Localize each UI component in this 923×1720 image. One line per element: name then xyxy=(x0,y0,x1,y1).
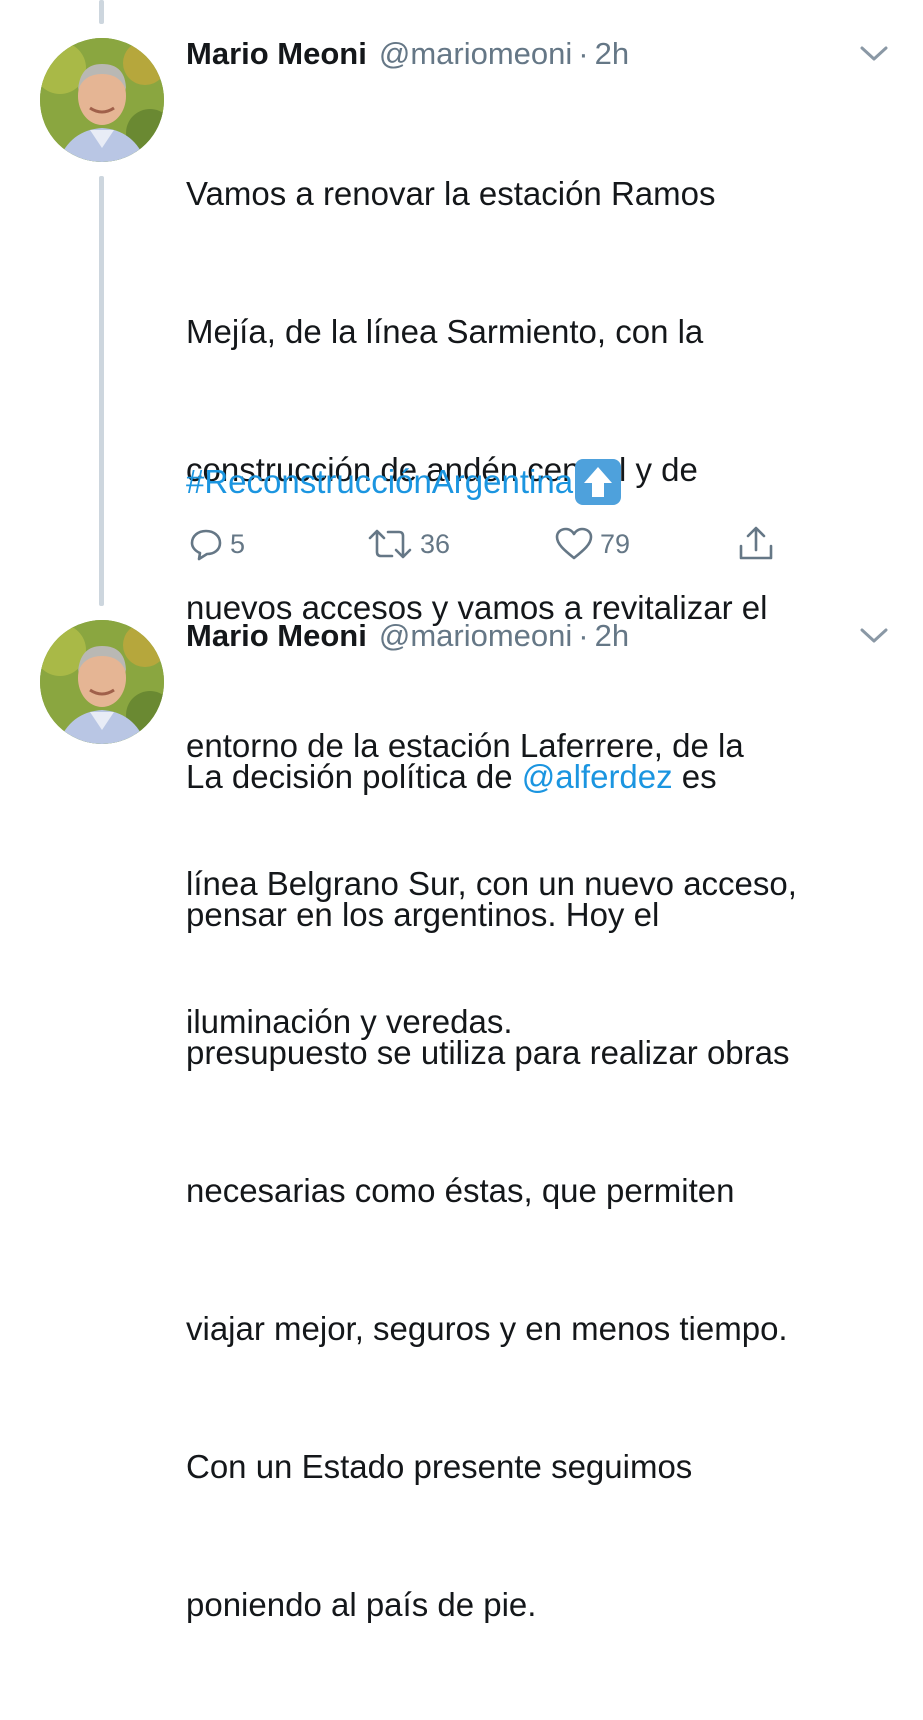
tweet-text-line: necesarias como éstas, que permiten xyxy=(186,1172,735,1209)
share-button[interactable] xyxy=(736,522,776,566)
hashtag-link[interactable]: #ReconstrucciónArgentina xyxy=(186,459,573,505)
tweet[interactable]: Mario Meoni @mariomeoni · 2h Vamos a ren… xyxy=(0,0,923,1040)
tweet-header: Mario Meoni @mariomeoni · 2h xyxy=(186,618,629,654)
timestamp[interactable]: 2h xyxy=(595,618,629,654)
share-icon xyxy=(739,526,773,560)
reply-count: 5 xyxy=(230,528,246,559)
text-segment: La decisión política de xyxy=(186,758,522,795)
reply-icon xyxy=(190,529,222,561)
tweet-header: Mario Meoni @mariomeoni · 2h xyxy=(186,36,629,72)
tweet-text-line: viajar mejor, seguros y en menos tiempo. xyxy=(186,1310,788,1347)
tweet-text-line: Mejía, de la línea Sarmiento, con la xyxy=(186,313,704,350)
author-name[interactable]: Mario Meoni xyxy=(186,618,367,654)
tweet-text-line: presupuesto se utiliza para realizar obr… xyxy=(186,1034,790,1071)
reply-button[interactable]: 5 xyxy=(188,522,245,566)
tweet-text-line: Vamos a renovar la estación Ramos xyxy=(186,175,716,212)
mention-link[interactable]: @alferdez xyxy=(522,758,673,795)
author-handle[interactable]: @mariomeoni xyxy=(379,36,572,72)
retweet-button[interactable]: 36 xyxy=(366,522,450,566)
like-icon xyxy=(555,527,593,560)
tweet-actions: 5 36 79 xyxy=(186,522,786,566)
avatar[interactable] xyxy=(40,38,164,162)
up-arrow-emoji-icon xyxy=(575,459,622,505)
chevron-down-icon[interactable] xyxy=(858,626,890,646)
timestamp[interactable]: 2h xyxy=(595,36,629,72)
like-count: 79 xyxy=(600,528,631,559)
tweet[interactable]: Mario Meoni @mariomeoni · 2h La decisión… xyxy=(0,600,923,1623)
retweet-count: 36 xyxy=(420,528,451,559)
separator-dot: · xyxy=(578,36,589,71)
tweet-text-line: pensar en los argentinos. Hoy el xyxy=(186,896,660,933)
like-button[interactable]: 79 xyxy=(554,522,630,566)
tweet-text-line: La decisión política de @alferdez es xyxy=(186,754,898,800)
author-handle[interactable]: @mariomeoni xyxy=(379,618,572,654)
tweet-text: La decisión política de @alferdez es pen… xyxy=(186,662,898,1720)
separator-dot: · xyxy=(578,618,589,653)
tweet-text-line: poniendo al país de pie. xyxy=(186,1586,537,1623)
retweet-icon xyxy=(368,529,412,559)
hashtag-line: #ReconstrucciónArgentina xyxy=(186,459,622,505)
chevron-down-icon[interactable] xyxy=(858,44,890,64)
text-segment: es xyxy=(672,758,717,795)
author-name[interactable]: Mario Meoni xyxy=(186,36,367,72)
avatar[interactable] xyxy=(40,620,164,744)
tweet-text-line: Con un Estado presente seguimos xyxy=(186,1448,693,1485)
